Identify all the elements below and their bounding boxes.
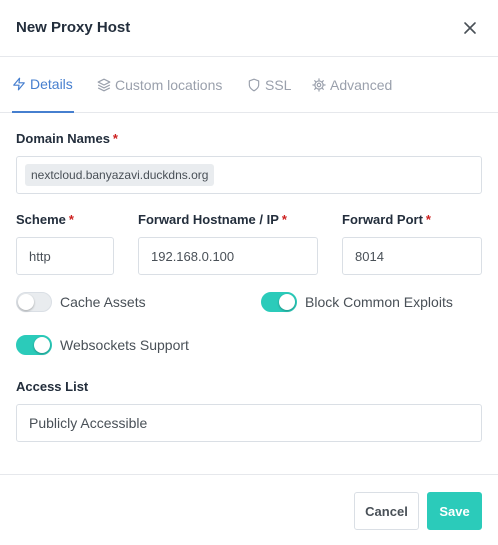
access-list-select[interactable]: Publicly Accessible: [16, 404, 482, 442]
switch-knob: [279, 294, 295, 310]
domain-names-label-text: Domain Names: [16, 131, 110, 146]
scheme-label: Scheme *: [16, 212, 74, 227]
forward-hostname-label: Forward Hostname / IP *: [138, 212, 287, 227]
lightning-icon: [13, 77, 25, 91]
scheme-value: http: [29, 248, 51, 264]
access-list-label-text: Access List: [16, 379, 89, 394]
switch-knob: [34, 337, 50, 353]
tab-ssl-label: SSL: [265, 77, 292, 93]
save-button[interactable]: Save: [427, 492, 482, 530]
gear-icon: [312, 78, 326, 92]
tab-advanced-label: Advanced: [330, 77, 393, 93]
required-mark: *: [68, 212, 74, 227]
switch-knob: [18, 294, 34, 310]
shield-icon: [248, 78, 260, 92]
domain-tag[interactable]: nextcloud.banyazavi.duckdns.org: [25, 164, 215, 186]
cancel-button[interactable]: Cancel: [354, 492, 419, 530]
modal-header: New Proxy Host: [0, 0, 498, 57]
forward-hostname-value: 192.168.0.100: [151, 248, 235, 264]
scheme-field[interactable]: http: [16, 237, 114, 275]
tab-ssl[interactable]: SSL: [247, 57, 291, 113]
layers-icon: [97, 78, 111, 92]
required-mark: *: [112, 131, 118, 146]
forward-hostname-label-text: Forward Hostname / IP: [138, 212, 279, 227]
close-button[interactable]: [458, 16, 482, 40]
access-list-label: Access List: [16, 379, 88, 394]
cache-assets-toggle-row[interactable]: Cache Assets: [16, 292, 146, 312]
block-common-exploits-toggle-row[interactable]: Block Common Exploits: [261, 292, 453, 312]
modal-footer: Cancel Save: [0, 474, 498, 545]
cache-assets-switch[interactable]: [16, 292, 52, 312]
tab-custom-locations-label: Custom locations: [115, 77, 223, 93]
websockets-support-label: Websockets Support: [60, 337, 189, 353]
forward-port-value: 8014: [355, 248, 384, 264]
access-list-value: Publicly Accessible: [29, 415, 148, 431]
tab-advanced[interactable]: Advanced: [312, 57, 392, 113]
forward-hostname-field[interactable]: 192.168.0.100: [138, 237, 318, 275]
tab-custom-locations[interactable]: Custom locations: [97, 57, 222, 113]
tab-details[interactable]: Details: [12, 57, 74, 113]
forward-port-field[interactable]: 8014: [342, 237, 482, 275]
modal-title: New Proxy Host: [16, 19, 131, 36]
required-mark: *: [425, 212, 431, 227]
websockets-support-switch[interactable]: [16, 335, 52, 355]
cache-assets-label: Cache Assets: [60, 294, 146, 310]
websockets-support-toggle-row[interactable]: Websockets Support: [16, 335, 189, 355]
tab-details-label: Details: [30, 76, 73, 92]
domain-names-input[interactable]: nextcloud.banyazavi.duckdns.org: [16, 156, 482, 194]
forward-port-label: Forward Port *: [342, 212, 431, 227]
required-mark: *: [281, 212, 287, 227]
block-common-exploits-switch[interactable]: [261, 292, 297, 312]
close-icon: [464, 22, 476, 34]
block-common-exploits-label: Block Common Exploits: [305, 294, 453, 310]
domain-names-label: Domain Names *: [16, 131, 118, 146]
scheme-label-text: Scheme: [16, 212, 66, 227]
tab-bar: Details Custom locations SSL Advanced: [0, 57, 498, 113]
forward-port-label-text: Forward Port: [342, 212, 423, 227]
new-proxy-host-modal: New Proxy Host Details Custom locations …: [0, 0, 498, 545]
